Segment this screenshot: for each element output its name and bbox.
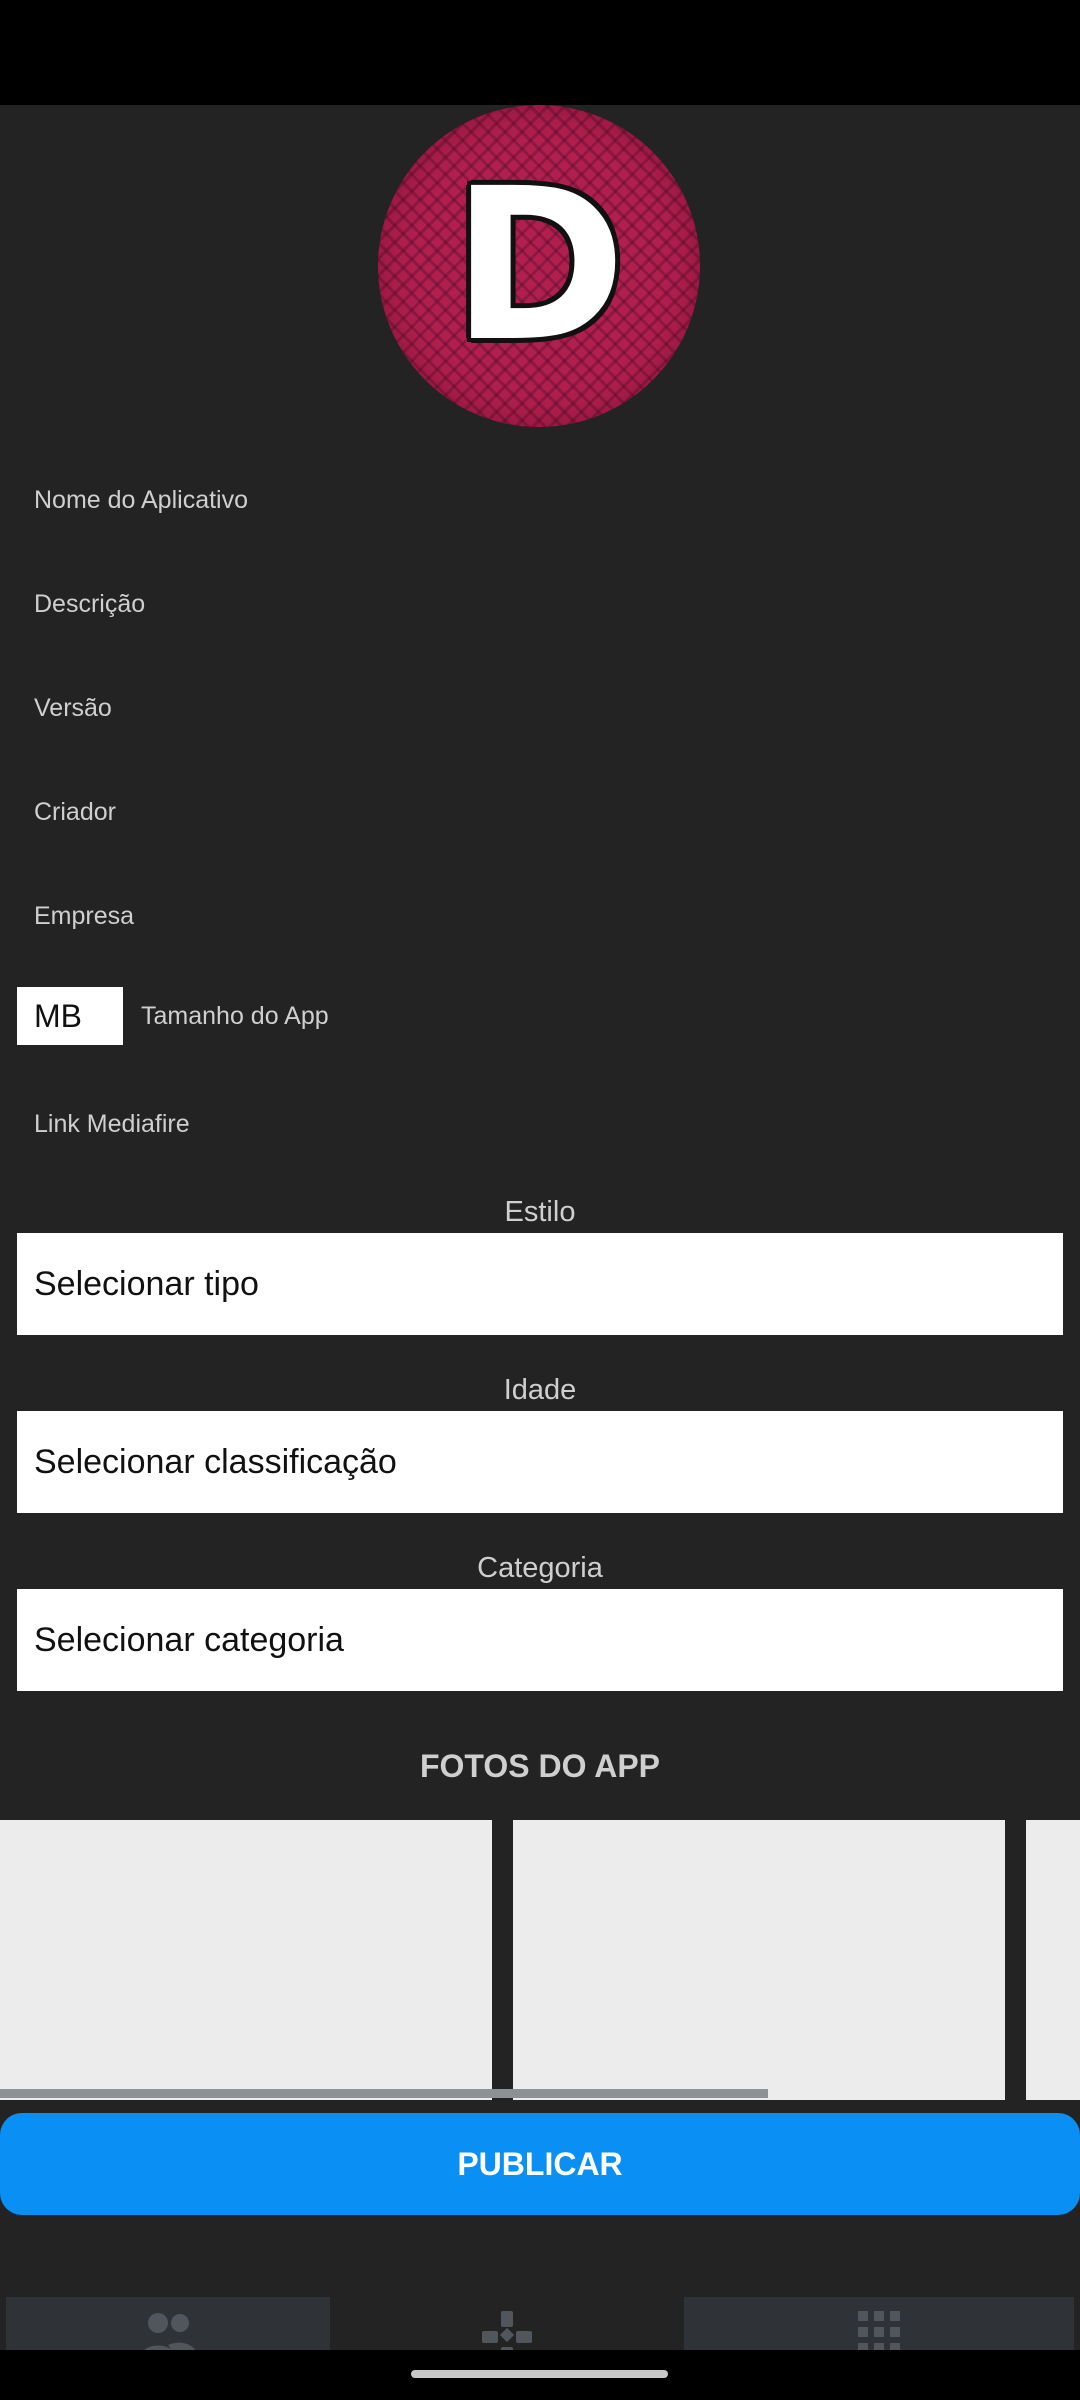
age-label: Idade xyxy=(503,1374,577,1406)
home-indicator[interactable] xyxy=(411,2370,668,2378)
creator-field[interactable] xyxy=(34,782,1044,842)
mediafire-link-field[interactable] xyxy=(34,1094,1044,1154)
app-size-input[interactable] xyxy=(141,986,1041,1046)
description-field[interactable] xyxy=(34,574,1044,634)
description-input[interactable] xyxy=(34,574,1044,634)
app-photos-title: FOTOS DO APP xyxy=(419,1748,661,1784)
age-rating-select[interactable]: Selecionar classificação xyxy=(17,1411,1063,1513)
app-name-input[interactable] xyxy=(34,470,1044,530)
nav-tab-games[interactable] xyxy=(330,2297,684,2350)
grid-apps-icon xyxy=(858,2311,900,2350)
nav-tab-people[interactable] xyxy=(6,2297,330,2350)
status-bar xyxy=(0,0,1080,105)
avatar-letter: D xyxy=(451,143,627,388)
company-input[interactable] xyxy=(34,886,1044,946)
photo-slot-3[interactable] xyxy=(1026,1820,1080,2100)
publish-app-form: D MB Estilo Selecionar tipo Idade Seleci… xyxy=(0,105,1080,2350)
app-size-field[interactable] xyxy=(141,986,1041,1046)
mediafire-link-input[interactable] xyxy=(34,1094,1044,1154)
creator-input[interactable] xyxy=(34,782,1044,842)
photos-scrollbar[interactable] xyxy=(0,2089,768,2098)
version-field[interactable] xyxy=(34,678,1044,738)
version-input[interactable] xyxy=(34,678,1044,738)
nav-tab-apps[interactable] xyxy=(684,2297,1074,2350)
size-unit-label: MB xyxy=(17,987,123,1045)
photo-slot-2[interactable] xyxy=(513,1820,1005,2100)
gamepad-icon xyxy=(482,2311,532,2350)
style-label: Estilo xyxy=(504,1196,576,1228)
people-icon xyxy=(144,2313,196,2350)
photo-slot-1[interactable] xyxy=(0,1820,492,2100)
publish-button[interactable]: PUBLICAR xyxy=(0,2113,1080,2215)
app-icon-avatar[interactable]: D xyxy=(378,105,700,427)
style-select[interactable]: Selecionar tipo xyxy=(17,1233,1063,1335)
category-label: Categoria xyxy=(477,1552,603,1584)
app-name-field[interactable] xyxy=(34,470,1044,530)
company-field[interactable] xyxy=(34,886,1044,946)
category-select[interactable]: Selecionar categoria xyxy=(17,1589,1063,1691)
